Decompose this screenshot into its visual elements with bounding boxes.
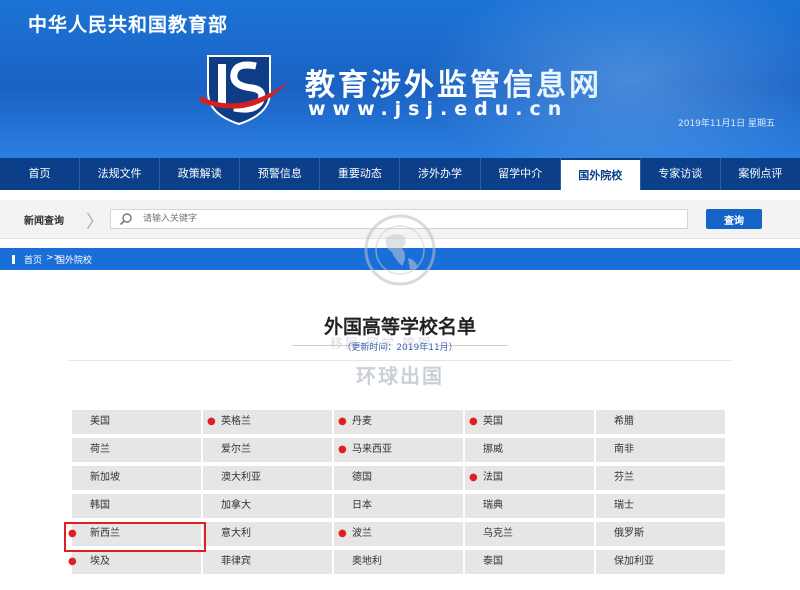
nav-item-2[interactable]: 政策解读 — [160, 158, 241, 190]
nav-item-3[interactable]: 预警信息 — [240, 158, 321, 190]
country-link[interactable]: 南非 — [596, 438, 725, 462]
country-link[interactable]: 德国 — [334, 466, 463, 490]
country-name: 韩国 — [90, 500, 110, 511]
country-name: 英国 — [483, 416, 503, 427]
red-dot-icon: ● — [207, 416, 216, 427]
ministry-name[interactable]: 中华人民共和国教育部 — [28, 10, 228, 37]
breadcrumb-current[interactable]: 国外院校 — [56, 253, 92, 266]
country-grid: 美国 ● 英格兰 ● 丹麦 ● 英国 希腊荷兰 爱尔兰 ● 马来西亚 挪威 南非新加坡 澳大利亚 德国 ● 法国… — [68, 410, 727, 574]
country-name: 英格兰 — [221, 416, 251, 427]
search-button[interactable]: 查询 — [706, 209, 762, 229]
country-link[interactable]: 意大利 — [203, 522, 332, 546]
country-name: 挪威 — [483, 444, 503, 455]
nav-item-4[interactable]: 重要动态 — [320, 158, 401, 190]
country-link[interactable]: 新加坡 — [72, 466, 201, 490]
country-link[interactable]: 菲律宾 — [203, 550, 332, 574]
country-link[interactable]: ● 英格兰 — [203, 410, 332, 434]
red-dot-icon: ● — [68, 528, 77, 539]
country-name: 乌克兰 — [483, 528, 513, 539]
country-link[interactable]: ● 波兰 — [334, 522, 463, 546]
main-nav: 首页 法规文件 政策解读 预警信息 重要动态 涉外办学 留学中介 国外院校 专家访谈 案例点评 — [0, 158, 800, 190]
country-link[interactable]: ● 英国 — [465, 410, 594, 434]
site-banner: 中华人民共和国教育部 教育涉外监管信息网 www.jsj.edu.cn 2019… — [0, 0, 800, 158]
country-name: 希腊 — [614, 416, 634, 427]
country-link[interactable]: 俄罗斯 — [596, 522, 725, 546]
country-link[interactable]: 奥地利 — [334, 550, 463, 574]
country-name: 芬兰 — [614, 472, 634, 483]
red-dot-icon: ● — [338, 528, 347, 539]
red-dot-icon: ● — [338, 444, 347, 455]
red-dot-icon: ● — [469, 472, 478, 483]
country-link[interactable]: ● 法国 — [465, 466, 594, 490]
country-link[interactable]: ● 埃及 — [68, 550, 201, 574]
chevron-right-icon: 〉 — [86, 212, 104, 233]
country-link[interactable]: 挪威 — [465, 438, 594, 462]
country-name: 法国 — [483, 472, 503, 483]
red-dot-icon: ● — [469, 416, 478, 427]
country-name: 澳大利亚 — [221, 472, 261, 483]
country-name: 丹麦 — [352, 416, 372, 427]
country-link[interactable]: ● 新西兰 — [68, 522, 201, 546]
search-icon — [119, 213, 132, 226]
watermark-text: 环球出国 — [356, 364, 444, 388]
country-name: 加拿大 — [221, 500, 251, 511]
country-name: 美国 — [90, 416, 110, 427]
nav-item-7[interactable]: 国外院校 — [560, 158, 641, 190]
country-name: 荷兰 — [90, 444, 110, 455]
country-name: 波兰 — [352, 528, 372, 539]
country-name: 瑞士 — [614, 500, 634, 511]
country-name: 爱尔兰 — [221, 444, 251, 455]
country-link[interactable]: 泰国 — [465, 550, 594, 574]
country-name: 南非 — [614, 444, 634, 455]
country-name: 保加利亚 — [614, 556, 654, 567]
country-link[interactable]: 瑞典 — [465, 494, 594, 518]
search-label: 新闻查询 — [24, 216, 64, 227]
country-link[interactable]: 瑞士 — [596, 494, 725, 518]
country-name: 新西兰 — [90, 528, 120, 539]
country-name: 意大利 — [221, 528, 251, 539]
country-link[interactable]: 澳大利亚 — [203, 466, 332, 490]
country-name: 泰国 — [483, 556, 503, 567]
current-date: 2019年11月1日 星期五 — [678, 119, 775, 129]
country-link[interactable]: 荷兰 — [72, 438, 201, 462]
country-name: 新加坡 — [90, 472, 120, 483]
red-dot-icon: ● — [338, 416, 347, 427]
country-link[interactable]: 韩国 — [72, 494, 201, 518]
globe-watermark-icon — [364, 214, 436, 286]
red-dot-icon: ● — [68, 556, 77, 567]
country-link[interactable]: ● 马来西亚 — [334, 438, 463, 462]
country-link[interactable]: 加拿大 — [203, 494, 332, 518]
country-link[interactable]: 爱尔兰 — [203, 438, 332, 462]
country-link[interactable]: 乌克兰 — [465, 522, 594, 546]
nav-item-6[interactable]: 留学中介 — [481, 158, 561, 190]
nav-item-9[interactable]: 案例点评 — [721, 158, 800, 190]
country-name: 奥地利 — [352, 556, 382, 567]
country-name: 日本 — [352, 500, 372, 511]
breadcrumb-home-link[interactable]: 首页 — [24, 253, 42, 266]
jsj-logo-icon[interactable] — [200, 52, 290, 126]
site-url[interactable]: www.jsj.edu.cn — [308, 98, 568, 120]
country-name: 俄罗斯 — [614, 528, 644, 539]
country-link[interactable]: 日本 — [334, 494, 463, 518]
country-link[interactable]: 保加利亚 — [596, 550, 725, 574]
nav-item-1[interactable]: 法规文件 — [80, 158, 161, 190]
country-link[interactable]: 美国 — [72, 410, 201, 434]
nav-item-0[interactable]: 首页 — [0, 158, 81, 190]
country-name: 菲律宾 — [221, 556, 251, 567]
country-link[interactable]: ● 丹麦 — [334, 410, 463, 434]
country-link[interactable]: 芬兰 — [596, 466, 725, 490]
country-name: 德国 — [352, 472, 372, 483]
country-name: 埃及 — [90, 556, 110, 567]
breadcrumb-marker — [12, 255, 15, 264]
nav-item-8[interactable]: 专家访谈 — [641, 158, 721, 190]
nav-item-5[interactable]: 涉外办学 — [400, 158, 481, 190]
country-name: 马来西亚 — [352, 444, 392, 455]
watermark-slogan: 移民 留学 管理 — [330, 337, 433, 352]
country-name: 瑞典 — [483, 500, 503, 511]
country-link[interactable]: 希腊 — [596, 410, 725, 434]
